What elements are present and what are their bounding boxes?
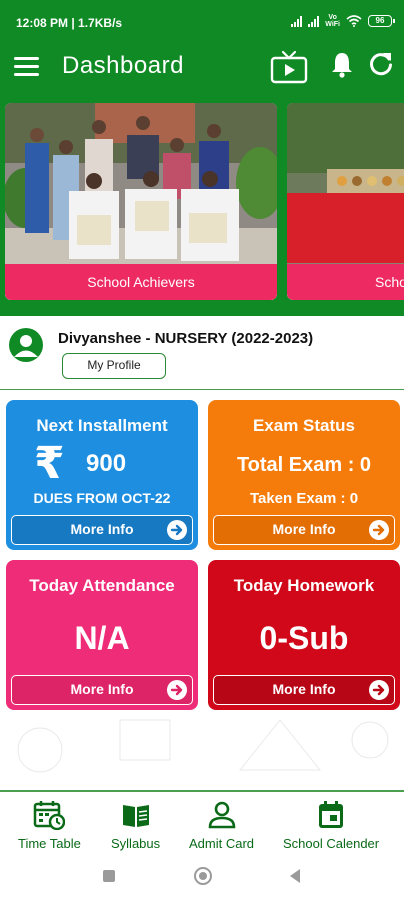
system-nav-bar xyxy=(0,856,404,900)
background-doodle xyxy=(17,719,389,773)
bell-icon[interactable] xyxy=(330,51,354,79)
vowifi-bottom-label: WiFi xyxy=(325,21,340,28)
more-info-label: More Info xyxy=(70,521,134,537)
status-time: 12:08 PM | 1.7KB/s xyxy=(16,16,123,30)
arrow-right-icon xyxy=(369,680,389,700)
calendar-icon xyxy=(319,801,344,828)
card-title: Exam Status xyxy=(252,416,356,435)
back-icon[interactable] xyxy=(290,869,300,883)
nav-item-school-calender[interactable]: School Calender xyxy=(283,800,379,851)
more-info-label: More Info xyxy=(272,681,336,697)
nav-item-admit-card[interactable]: Admit Card xyxy=(189,800,254,851)
school-achievers-photo xyxy=(5,103,277,274)
arrow-right-icon xyxy=(167,680,187,700)
installment-more-info-button[interactable]: More Info xyxy=(11,515,193,545)
nav-label: Syllabus xyxy=(111,836,161,851)
nav-item-time-table[interactable]: Time Table xyxy=(18,800,81,851)
battery-icon: 96 xyxy=(368,15,395,27)
bottom-navigation: Time Table Syllabus Admit Card School Ca… xyxy=(0,790,404,856)
card-title: Today Attendance xyxy=(29,576,175,595)
nav-label: School Calender xyxy=(283,836,380,851)
attendance-card: Today Attendance N/A More Info xyxy=(6,560,198,710)
more-info-label: More Info xyxy=(70,681,134,697)
timetable-icon xyxy=(34,801,66,830)
vowifi-icon: Vo WiFi xyxy=(325,14,340,28)
homework-card: Today Homework 0-Sub More Info xyxy=(208,560,400,710)
status-bar: 12:08 PM | 1.7KB/s Vo WiFi 96 xyxy=(0,0,404,46)
tv-icon[interactable] xyxy=(270,50,308,84)
signal-icon xyxy=(291,15,303,27)
banner-slide[interactable]: School xyxy=(287,103,404,300)
vowifi-top-label: Vo xyxy=(328,14,337,21)
card-title: Next Installment xyxy=(36,416,168,435)
total-exam-text: Total Exam : 0 xyxy=(236,454,372,476)
taken-exam-text: Taken Exam : 0 xyxy=(249,490,359,507)
card-title: Today Homework xyxy=(233,576,375,595)
banner-caption: School Achievers xyxy=(5,264,277,300)
profile-section: Divyanshee - NURSERY (2022-2023) My Prof… xyxy=(0,316,404,390)
status-icons: Vo WiFi 96 xyxy=(291,14,395,28)
my-profile-button[interactable]: My Profile xyxy=(62,353,166,379)
signal-icon-2 xyxy=(308,15,320,27)
student-name: Divyanshee - NURSERY (2022-2023) xyxy=(58,330,314,347)
nav-label: Admit Card xyxy=(189,836,255,851)
installment-card: Next Installment ₹ 900 DUES FROM OCT-22 … xyxy=(6,400,198,550)
recent-apps-icon[interactable] xyxy=(103,870,115,882)
avatar-icon[interactable] xyxy=(9,328,43,362)
installment-amount: 900 xyxy=(86,450,127,477)
attendance-more-info-button[interactable]: More Info xyxy=(11,675,193,705)
menu-icon[interactable] xyxy=(14,55,40,79)
wifi-icon xyxy=(346,15,362,27)
refresh-icon[interactable] xyxy=(368,51,394,77)
homework-value: 0-Sub xyxy=(259,620,349,656)
banner-caption: School xyxy=(287,264,404,300)
book-icon xyxy=(122,805,149,827)
attendance-value: N/A xyxy=(74,620,130,656)
nav-label: Time Table xyxy=(18,836,81,851)
page-title: Dashboard xyxy=(62,52,184,79)
exam-more-info-button[interactable]: More Info xyxy=(213,515,395,545)
more-info-label: More Info xyxy=(272,521,336,537)
school-event-photo xyxy=(287,103,404,274)
app-bar: Dashboard xyxy=(0,46,404,90)
home-icon[interactable] xyxy=(194,867,212,885)
admit-card-icon xyxy=(208,801,235,829)
exam-status-card: Exam Status Total Exam : 0 Taken Exam : … xyxy=(208,400,400,550)
nav-item-syllabus[interactable]: Syllabus xyxy=(111,800,160,851)
banner-slide[interactable]: School Achievers xyxy=(5,103,277,300)
homework-more-info-button[interactable]: More Info xyxy=(213,675,395,705)
rupee-icon: ₹ xyxy=(34,439,65,488)
banner-carousel[interactable]: School Achievers School xyxy=(0,90,404,316)
arrow-right-icon xyxy=(167,520,187,540)
arrow-right-icon xyxy=(369,520,389,540)
dues-text: DUES FROM OCT-22 xyxy=(33,490,171,506)
